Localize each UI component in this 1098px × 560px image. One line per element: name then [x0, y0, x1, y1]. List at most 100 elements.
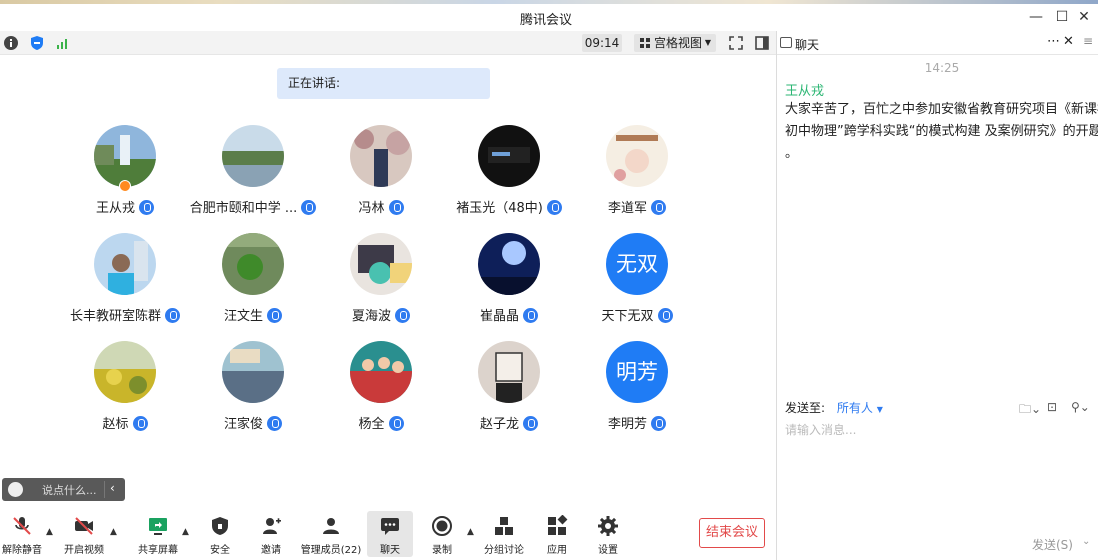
send-to-value[interactable]: 所有人	[837, 401, 873, 415]
close-button[interactable]: ✕	[1068, 6, 1098, 28]
participant-name-text: 赵标	[102, 417, 129, 432]
info-icon[interactable]	[3, 35, 19, 51]
apps-label: 应用	[547, 545, 567, 556]
avatar	[94, 125, 156, 187]
avatar	[478, 233, 540, 295]
send-to-selector[interactable]: 发送至: 所有人 ▼	[785, 399, 883, 416]
manage-members-button[interactable]: 管理成员(22)	[300, 511, 362, 557]
chat-button[interactable]: 聊天	[367, 511, 413, 557]
meeting-timer: 09:14	[582, 34, 622, 52]
chat-timestamp: 14:25	[924, 61, 960, 75]
caret-up-icon[interactable]: ▲	[46, 527, 53, 537]
video-button[interactable]: 开启视频	[56, 511, 112, 557]
avatar: 无双	[606, 233, 668, 295]
screenshot-icon[interactable]: ⊡	[1047, 400, 1057, 414]
mic-icon	[523, 308, 538, 323]
participant-name-text: 褚玉光（48中)	[456, 201, 543, 216]
message-line: 初中物理”跨学科实践“的模式构建 及案例研究》的开题	[785, 124, 1098, 139]
chevron-down-icon[interactable]: ⌄	[1082, 536, 1090, 547]
breakout-button[interactable]: 分组讨论	[476, 511, 532, 557]
avatar	[478, 341, 540, 403]
security-button[interactable]: 安全	[192, 511, 248, 557]
mic-icon	[267, 416, 282, 431]
title-bar: 腾讯会议 — ☐ ✕	[0, 4, 1098, 31]
host-badge-icon	[119, 180, 131, 192]
end-meeting-button[interactable]: 结束会议	[699, 518, 765, 548]
quick-chat-placeholder[interactable]: 说点什么...	[42, 482, 97, 498]
view-mode-dropdown[interactable]: 宫格视图 ▼	[634, 34, 716, 52]
invite-button[interactable]: 邀请	[243, 511, 299, 557]
close-icon[interactable]: ✕	[1063, 34, 1074, 49]
breakout-icon	[495, 517, 513, 535]
participant-name-text: 王从戎	[95, 201, 135, 216]
avatar	[94, 233, 156, 295]
emoji-icon[interactable]	[8, 482, 23, 497]
menu-icon[interactable]: ≡	[1083, 34, 1093, 48]
participant-name-text: 冯林	[358, 201, 385, 216]
mic-icon	[546, 200, 562, 215]
folder-icon[interactable]: 🗀⌄	[1019, 400, 1041, 421]
chat-panel: 聊天 ⋯ ✕ ≡ 14:25 王从戎 大家辛苦了，百忙之中参加安徽省教育研究项目…	[777, 31, 1098, 560]
avatar	[606, 125, 668, 187]
participant-name: 李明芳	[562, 413, 712, 432]
window-title: 腾讯会议	[519, 13, 572, 28]
caret-down-icon: ▼	[704, 38, 711, 47]
shield-icon	[212, 517, 228, 535]
participant-tile[interactable]: 明芳 李明芳	[562, 341, 712, 441]
chat-input[interactable]: 请输入消息...	[785, 421, 856, 438]
chevron-left-icon[interactable]: ‹	[110, 481, 115, 495]
chat-message: 大家辛苦了，百忙之中参加安徽省教育研究项目《新课标下 初中物理”跨学科实践“的模…	[785, 99, 1098, 165]
avatar: 明芳	[606, 341, 668, 403]
apps-button[interactable]: 应用	[529, 511, 585, 557]
unmute-label: 解除静音	[2, 545, 42, 556]
participant-tile[interactable]: 无双 天下无双	[562, 233, 712, 333]
speaking-indicator: 正在讲话:	[277, 68, 490, 99]
signal-icon[interactable]	[55, 35, 71, 51]
message-line: 。	[785, 146, 799, 161]
gear-icon	[598, 516, 618, 536]
settings-button[interactable]: 设置	[580, 511, 636, 557]
participant-name-text: 李明芳	[607, 417, 647, 432]
participant-name-text: 夏海波	[351, 309, 391, 324]
share-screen-button[interactable]: 共享屏幕	[130, 511, 186, 557]
manage-members-label: 管理成员(22)	[300, 545, 362, 556]
participant-name-text: 李道军	[607, 201, 647, 216]
caret-up-icon[interactable]: ▲	[110, 527, 117, 537]
chat-header: 聊天 ⋯ ✕ ≡	[777, 31, 1098, 55]
video-grid-area: 正在讲话: 王从戎 合肥市颐和中学 ... 冯林 褚玉光（48中) 李道军 长丰…	[0, 55, 776, 505]
participant-name: 李道军	[562, 197, 712, 216]
share-screen-icon	[149, 518, 167, 535]
avatar	[350, 341, 412, 403]
quick-chat-bubble[interactable]: 说点什么... ‹	[2, 478, 125, 501]
caret-down-icon[interactable]: ▼	[877, 405, 883, 414]
chat-icon	[780, 37, 792, 48]
share-screen-label: 共享屏幕	[138, 545, 178, 556]
mic-icon	[267, 308, 282, 323]
person-icon[interactable]: ⚲⌄	[1071, 400, 1090, 414]
meeting-status-bar: 09:14 宫格视图 ▼	[0, 31, 776, 55]
mic-muted-icon	[13, 517, 31, 535]
record-button[interactable]: 录制	[414, 511, 470, 557]
mic-icon	[388, 200, 404, 215]
sidebar-toggle-icon[interactable]	[754, 35, 770, 51]
chat-title: 聊天	[795, 38, 820, 52]
security-label: 安全	[210, 545, 230, 556]
avatar	[222, 125, 284, 187]
participant-name: 天下无双	[562, 305, 712, 324]
send-button[interactable]: 发送(S)	[1032, 536, 1073, 553]
avatar	[94, 341, 156, 403]
mic-icon	[651, 200, 666, 215]
unmute-button[interactable]: 解除静音	[0, 511, 50, 557]
divider	[104, 481, 105, 498]
mic-icon	[651, 416, 666, 431]
shield-icon[interactable]	[29, 35, 45, 51]
meeting-toolbar: 解除静音 ▲ 开启视频 ▲ 共享屏幕 ▲ 安全 邀请 管理成员(22) 聊天 录…	[0, 505, 776, 560]
fullscreen-icon[interactable]	[728, 35, 744, 51]
mic-icon	[132, 416, 148, 431]
participant-tile[interactable]: 李道军	[562, 125, 712, 225]
mic-icon	[139, 200, 154, 215]
avatar	[222, 341, 284, 403]
caret-up-icon[interactable]: ▲	[467, 527, 474, 537]
more-icon[interactable]: ⋯	[1047, 34, 1060, 49]
caret-up-icon[interactable]: ▲	[182, 527, 189, 537]
